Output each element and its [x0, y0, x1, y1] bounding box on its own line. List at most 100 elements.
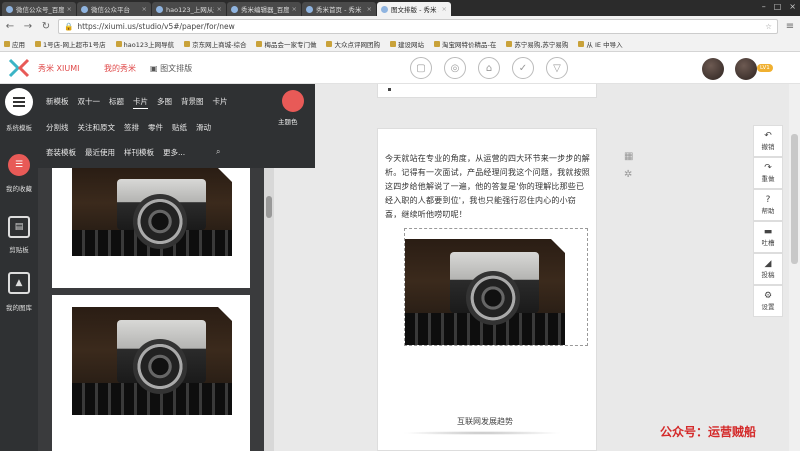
bookmark-item[interactable]: 淘宝网特价精品-在 — [433, 39, 496, 49]
tab-close-icon[interactable]: × — [442, 5, 447, 13]
minimize-icon[interactable]: – — [762, 2, 766, 11]
article-image-frame[interactable] — [404, 228, 588, 346]
bookmark-item[interactable]: 梅品会一家专门做 — [256, 39, 316, 49]
redo-icon: ↷ — [764, 163, 772, 173]
tab-favicon-icon — [306, 5, 313, 13]
caption-shadow — [402, 431, 562, 435]
category-tab[interactable]: 背景图 — [181, 96, 204, 109]
article-paragraph[interactable]: 今天就站在专业的角度，从运营的四大环节来一步步的解析。记得有一次面试，产品经理问… — [385, 152, 590, 222]
submit-button[interactable]: ◢ 投稿 — [753, 253, 783, 285]
category-tab-selected[interactable]: 卡片 — [133, 96, 148, 109]
browser-tab[interactable]: hao123_上网从这里开始× — [152, 2, 226, 16]
browser-tab[interactable]: 秀米首页 - 秀米 XIUMI× — [302, 2, 376, 16]
address-bar: ← → ↻ 🔒 https://xiumi.us/studio/v5#/pape… — [0, 16, 800, 36]
my-xiumi-link[interactable]: 我的秀米 — [104, 63, 136, 74]
xiumi-logo-icon[interactable] — [8, 58, 30, 78]
image-caption[interactable]: 互联网发展趋势 — [420, 416, 550, 427]
category-tab[interactable]: 关注和原文 — [78, 122, 116, 133]
page-scrollbar[interactable] — [789, 84, 800, 451]
template-scroll-thumb[interactable] — [266, 196, 272, 218]
avatar[interactable] — [702, 58, 724, 80]
bookmark-item[interactable]: 从 IE 中导入 — [578, 39, 623, 49]
category-tab[interactable]: 双十一 — [78, 96, 101, 109]
clipboard-icon[interactable]: ▤ — [8, 216, 30, 238]
template-card[interactable] — [52, 295, 250, 451]
sidebar-item-favorites[interactable]: 我的收藏 — [0, 183, 38, 193]
bookmark-item[interactable]: 1号店-网上超市1号店 — [35, 39, 106, 49]
bookmark-item[interactable]: 京东网上商城-综合 — [184, 39, 246, 49]
bookmark-icon — [506, 40, 513, 47]
sidebar-item-system-templates[interactable]: 系统模板 — [0, 122, 38, 132]
download-icon[interactable]: ▽ — [546, 57, 568, 79]
browser-menu-icon[interactable]: ≡ — [784, 21, 796, 32]
preview-icon[interactable]: ◎ — [444, 57, 466, 79]
browser-tab-bar: 微信公众号_百度搜索× 微信公众平台× hao123_上网从这里开始× 秀米编辑… — [0, 0, 800, 16]
tab-close-icon[interactable]: × — [142, 5, 147, 13]
close-window-icon[interactable]: × — [789, 2, 796, 11]
tab-favicon-icon — [381, 5, 388, 13]
help-button[interactable]: ? 帮助 — [753, 189, 783, 221]
browser-tab[interactable]: 秀米编辑器_百度搜索× — [227, 2, 301, 16]
bookmark-star-icon[interactable]: ☆ — [765, 22, 772, 31]
tab-close-icon[interactable]: × — [217, 5, 222, 13]
page-scroll-thumb[interactable] — [791, 134, 798, 264]
category-row-1: 新模板 双十一 标题 卡片 多图 背景图 卡片 — [46, 96, 228, 109]
tab-close-icon[interactable]: × — [292, 5, 297, 13]
favorites-icon[interactable]: ☰ — [8, 154, 30, 176]
url-field[interactable]: 🔒 https://xiumi.us/studio/v5#/paper/for/… — [58, 18, 778, 34]
browser-tab[interactable]: 微信公众号_百度搜索× — [2, 2, 76, 16]
forward-icon[interactable]: → — [22, 21, 34, 32]
bookmark-item[interactable]: 苏宁易购,苏宁易购 — [506, 39, 568, 49]
undo-button[interactable]: ↶ 撤销 — [753, 125, 783, 157]
search-icon[interactable]: ⌕ — [216, 147, 220, 157]
theme-color-button[interactable] — [282, 90, 304, 112]
category-tab[interactable]: 滑动 — [196, 122, 211, 133]
brand-name[interactable]: 秀米 XIUMI — [38, 63, 80, 74]
back-icon[interactable]: ← — [4, 21, 16, 32]
camera-image — [72, 307, 232, 415]
category-tab[interactable]: 卡片 — [213, 96, 228, 109]
tab-close-icon[interactable]: × — [67, 5, 72, 13]
category-tab[interactable]: 样刊模板 — [124, 147, 154, 158]
browser-tab[interactable]: 微信公众平台 × — [77, 2, 151, 16]
category-tab[interactable]: 贴纸 — [172, 122, 187, 133]
sync-icon[interactable]: ⌂ — [478, 57, 500, 79]
theme-color-label: 主题色 — [278, 118, 298, 126]
left-sidebar: 系统模板 ☰ 我的收藏 ▤ 剪贴板 ▲ 我的图库 — [0, 84, 38, 451]
grid-icon[interactable]: ▦ — [624, 148, 633, 166]
category-tab[interactable]: 签排 — [124, 122, 139, 133]
gear-small-icon[interactable]: ✲ — [624, 166, 633, 184]
sidebar-item-clipboard[interactable]: 剪贴板 — [0, 244, 38, 254]
camera-image — [405, 239, 565, 345]
bookmark-item[interactable]: hao123上网导航 — [115, 39, 174, 49]
tab-favicon-icon — [231, 5, 238, 13]
tab-close-icon[interactable]: × — [367, 5, 372, 13]
folder-icon[interactable]: ▢ — [410, 57, 432, 79]
bookmark-item[interactable]: 建设网站 — [389, 39, 424, 49]
category-tab[interactable]: 套装模板 — [46, 147, 76, 158]
redo-button[interactable]: ↷ 重做 — [753, 157, 783, 189]
category-tab[interactable]: 标题 — [109, 96, 124, 109]
feedback-button[interactable]: ▬ 吐槽 — [753, 221, 783, 253]
avatar[interactable] — [735, 58, 757, 80]
menu-icon[interactable] — [5, 88, 33, 116]
bookmark-item[interactable]: 应用 — [4, 39, 25, 49]
layout-link[interactable]: ▣ 图文排版 — [150, 63, 192, 74]
category-tab[interactable]: 更多... — [163, 147, 185, 158]
maximize-icon[interactable]: □ — [774, 2, 782, 11]
category-tab[interactable]: 多图 — [157, 96, 172, 109]
reload-icon[interactable]: ↻ — [40, 21, 52, 32]
template-card[interactable] — [52, 168, 250, 288]
bookmark-item[interactable]: 大众点评网团购 — [326, 39, 380, 49]
browser-tab-active[interactable]: 图文排版 - 秀米 XIUMI× — [377, 2, 451, 16]
gallery-icon[interactable]: ▲ — [8, 272, 30, 294]
save-check-icon[interactable]: ✓ — [512, 57, 534, 79]
category-tab[interactable]: 分割线 — [46, 122, 69, 133]
category-tab[interactable]: 零件 — [148, 122, 163, 133]
category-tab[interactable]: 新模板 — [46, 96, 69, 109]
category-tab[interactable]: 最近使用 — [85, 147, 115, 158]
sidebar-item-gallery[interactable]: 我的图库 — [0, 302, 38, 312]
settings-icon: ⚙ — [763, 291, 773, 301]
template-list — [38, 168, 264, 451]
settings-button[interactable]: ⚙ 设置 — [753, 285, 783, 317]
